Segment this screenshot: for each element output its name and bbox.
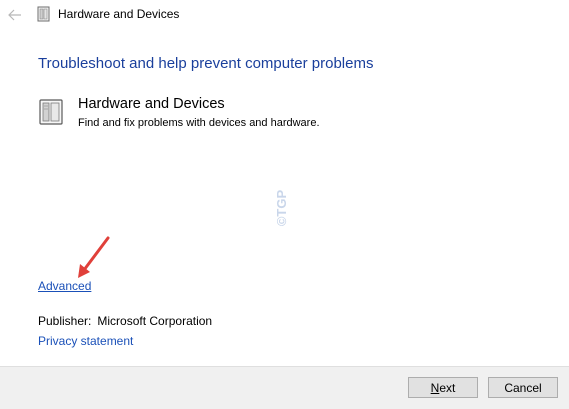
publisher-info: Publisher: Microsoft Corporation (38, 314, 212, 328)
advanced-link[interactable]: Advanced (38, 279, 91, 293)
back-button[interactable] (7, 7, 23, 23)
cancel-button-label: Cancel (504, 380, 542, 395)
cancel-button[interactable]: Cancel (488, 377, 558, 398)
watermark-text: ©TGP (274, 190, 289, 227)
publisher-value: Microsoft Corporation (97, 314, 213, 328)
troubleshooter-description: Find and fix problems with devices and h… (78, 117, 320, 129)
back-arrow-icon (8, 9, 21, 21)
troubleshooter-title: Hardware and Devices (78, 96, 225, 112)
next-button-label: Next (430, 380, 456, 395)
troubleshooter-item[interactable]: Hardware and Devices Find and fix proble… (38, 96, 438, 130)
hardware-device-icon (37, 6, 50, 22)
page-heading: Troubleshoot and help prevent computer p… (38, 55, 374, 72)
hardware-device-icon (39, 99, 63, 125)
privacy-statement-link[interactable]: Privacy statement (38, 334, 133, 348)
annotation-arrow-icon (78, 236, 110, 278)
window-title: Hardware and Devices (58, 7, 180, 21)
footer-bar: Next Cancel (0, 366, 569, 409)
title-bar: Hardware and Devices (0, 0, 569, 30)
next-button[interactable]: Next (408, 377, 478, 398)
watermark: ©TGP (274, 190, 289, 227)
publisher-label: Publisher: (38, 314, 92, 328)
